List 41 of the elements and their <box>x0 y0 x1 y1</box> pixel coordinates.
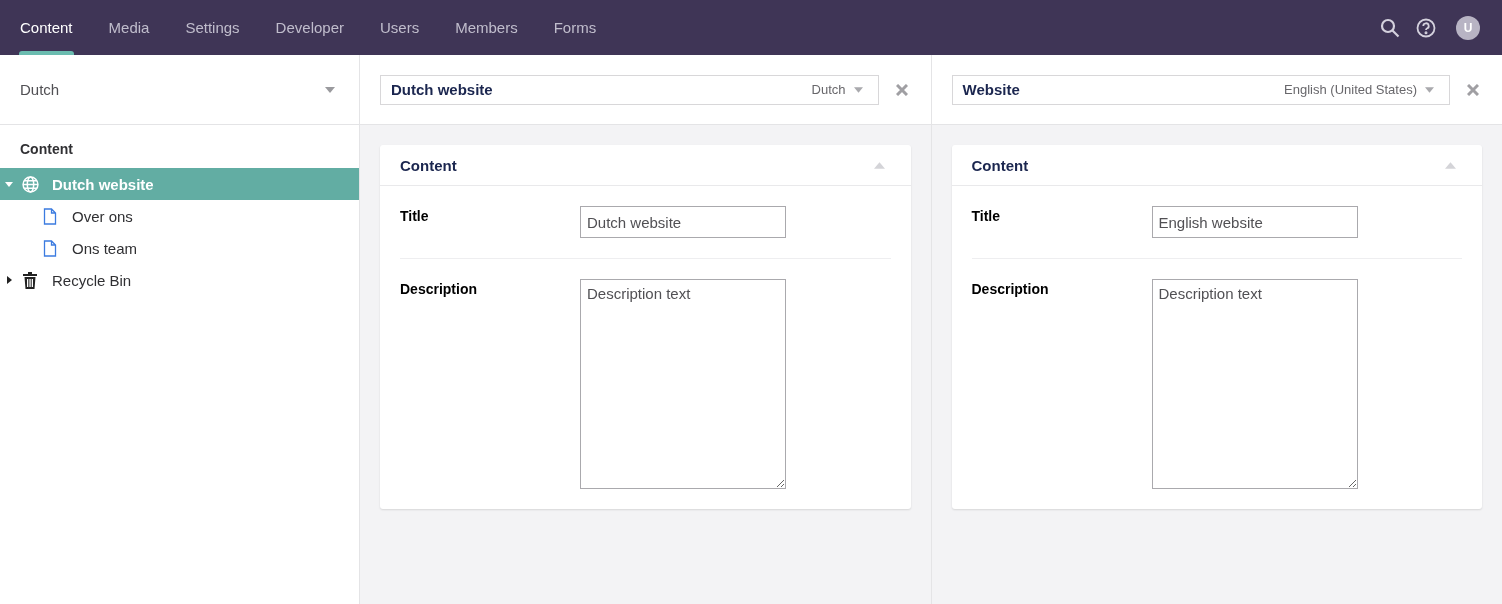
nav-tab[interactable]: Members <box>455 0 518 55</box>
tree-item[interactable]: Over ons <box>0 200 359 232</box>
document-icon <box>43 239 57 257</box>
textarea-field[interactable]: Description text <box>580 279 786 489</box>
field-label: Title <box>971 207 1002 226</box>
nav-tab[interactable]: Developer <box>275 0 344 55</box>
caret-icon[interactable] <box>5 276 13 284</box>
caret-icon <box>325 86 335 93</box>
caret-icon <box>1425 86 1434 93</box>
close-button[interactable] <box>1464 83 1482 96</box>
group-header[interactable]: Content <box>380 145 911 186</box>
field-label: Description <box>400 280 478 299</box>
language-dropdown[interactable]: Dutch <box>0 55 359 125</box>
close-icon <box>895 83 908 96</box>
caret-icon <box>853 86 863 93</box>
nav-tab[interactable]: Content <box>20 0 73 55</box>
language-switcher[interactable]: Dutch <box>811 82 863 97</box>
globe-icon <box>21 175 39 193</box>
help-icon[interactable] <box>1416 17 1436 38</box>
text-input[interactable]: Dutch website <box>580 206 786 238</box>
document-icon <box>43 207 57 225</box>
field-label: Description <box>971 280 1050 299</box>
trash-icon <box>23 271 37 289</box>
search-icon[interactable] <box>1380 17 1400 38</box>
tree-item[interactable]: Recycle Bin <box>0 264 359 296</box>
content-name-field[interactable]: Dutch website Dutch <box>380 74 879 105</box>
nav-tab[interactable]: Forms <box>553 0 597 55</box>
nav-tab[interactable]: Users <box>380 0 420 55</box>
close-icon <box>1467 83 1479 96</box>
collapse-icon <box>873 161 885 169</box>
nav-tab[interactable]: Media <box>108 0 150 55</box>
nav-tab[interactable]: Settings <box>185 0 240 55</box>
field-label: Title <box>400 207 430 226</box>
content-name-field[interactable]: Website English (United States) <box>951 74 1450 105</box>
textarea-field[interactable]: Description text <box>1151 279 1358 489</box>
text-input[interactable]: English website <box>1151 206 1358 238</box>
group-header[interactable]: Content <box>951 145 1482 186</box>
language-switcher[interactable]: English (United States) <box>1284 82 1434 97</box>
tree-section-title: Content <box>19 140 74 159</box>
tree-item[interactable]: Ons team <box>0 232 359 264</box>
collapse-icon <box>1445 161 1456 169</box>
